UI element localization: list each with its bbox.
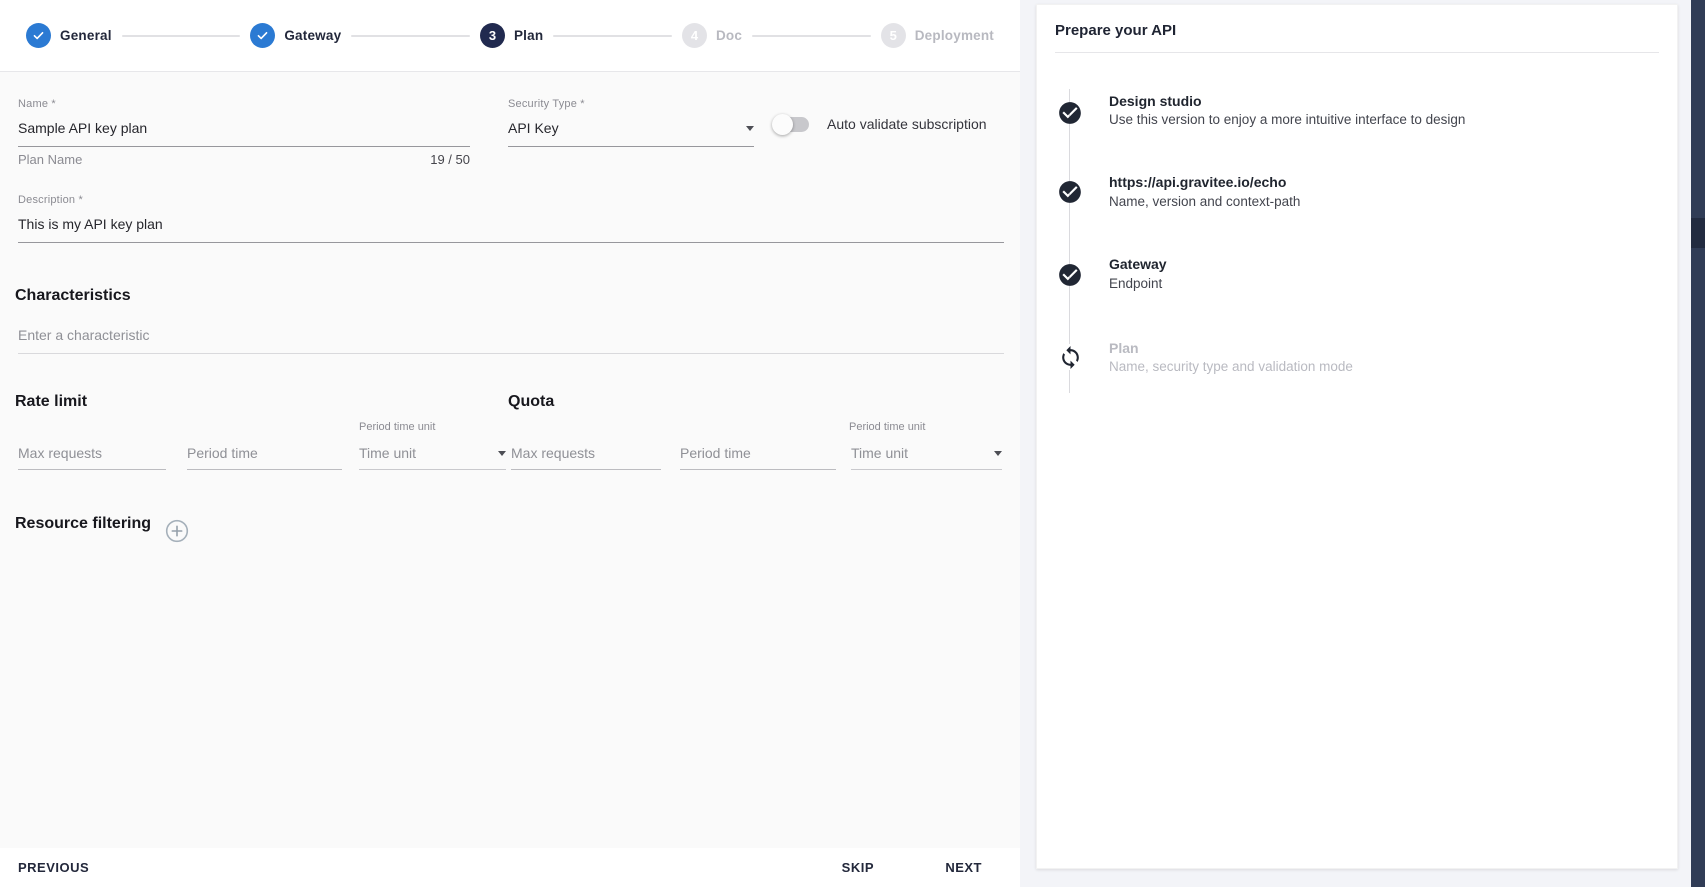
rate-limit-period-time-input[interactable]: [187, 444, 342, 462]
check-circle-icon: [1057, 100, 1083, 126]
rate-limit-heading: Rate limit: [15, 393, 87, 411]
rate-limit-max-requests-underline: [18, 444, 166, 470]
name-input-underline: [18, 110, 470, 147]
previous-button[interactable]: PREVIOUS: [18, 848, 89, 887]
quota-period-time-input[interactable]: [680, 444, 836, 462]
page-scrollbar-thumb[interactable]: [1691, 218, 1705, 248]
description-field-group: Description *: [18, 194, 1004, 243]
rate-limit-period-time-underline: [187, 444, 342, 470]
step-label: General: [60, 28, 112, 43]
chevron-down-icon: [498, 451, 506, 456]
quota-time-unit-select[interactable]: Time unit: [851, 444, 1002, 470]
step-connector: [752, 35, 871, 37]
prepare-api-card: Prepare your API Design studio Use this …: [1036, 4, 1678, 869]
step-label: Deployment: [915, 28, 994, 43]
security-type-value: API Key: [508, 119, 559, 137]
prepare-api-title: Prepare your API: [1055, 22, 1176, 39]
stepper-step-doc[interactable]: 4 Doc: [682, 23, 742, 48]
quota-max-requests-underline: [511, 444, 661, 470]
step-completed-check-icon: [250, 23, 275, 48]
security-type-field-group: Security Type * API Key: [508, 98, 754, 147]
step-connector: [351, 35, 470, 37]
plus-circle-icon: [165, 519, 189, 543]
step-label: Doc: [716, 28, 742, 43]
check-circle-icon: [1057, 179, 1083, 205]
name-field-label: Name *: [18, 98, 470, 110]
page-scrollbar-track[interactable]: [1691, 0, 1705, 887]
quota-period-time-underline: [680, 444, 836, 470]
plan-name-field-group: Name * Plan Name 19 / 50: [18, 98, 470, 167]
wizard-stepper: General Gateway 3 Plan 4 Doc 5: [0, 0, 1020, 72]
description-input-underline: [18, 206, 1004, 243]
add-resource-filter-button[interactable]: [165, 519, 189, 543]
stepper-step-plan-active[interactable]: 3 Plan: [480, 23, 543, 48]
plan-step-panel: General Gateway 3 Plan 4 Doc 5: [0, 0, 1020, 887]
step-number-badge: 4: [682, 23, 707, 48]
checklist-item-title: Plan: [1109, 339, 1139, 357]
quota-heading: Quota: [508, 393, 554, 411]
checklist-item-description: Endpoint: [1109, 275, 1162, 293]
chevron-down-icon: [746, 126, 754, 131]
checklist-item-description: Use this version to enjoy a more intuiti…: [1109, 111, 1465, 129]
resource-filtering-heading: Resource filtering: [15, 515, 151, 533]
characteristic-input[interactable]: [18, 326, 1004, 344]
description-input[interactable]: [18, 215, 1004, 233]
characteristics-heading: Characteristics: [15, 287, 131, 305]
auto-validate-toggle[interactable]: Auto validate subscription: [774, 116, 987, 132]
name-hint-row: Plan Name 19 / 50: [18, 152, 470, 167]
checklist-item-description: Name, version and context-path: [1109, 193, 1300, 211]
stepper-step-gateway[interactable]: Gateway: [250, 23, 341, 48]
step-label: Gateway: [284, 28, 341, 43]
stepper-step-general[interactable]: General: [26, 23, 112, 48]
security-type-select[interactable]: API Key: [508, 110, 754, 147]
next-button[interactable]: NEXT: [945, 848, 982, 887]
toggle-knob: [772, 114, 793, 135]
auto-validate-label: Auto validate subscription: [827, 116, 987, 132]
card-divider: [1055, 52, 1659, 53]
rate-limit-max-requests-input[interactable]: [18, 444, 166, 462]
step-connector: [553, 35, 672, 37]
quota-time-unit-value: Time unit: [851, 444, 908, 462]
check-circle-icon: [1057, 262, 1083, 288]
checklist-item-title: Design studio: [1109, 92, 1202, 110]
rate-limit-time-unit-select[interactable]: Time unit: [359, 444, 506, 470]
security-type-label: Security Type *: [508, 98, 754, 110]
skip-button[interactable]: SKIP: [842, 848, 874, 887]
step-label: Plan: [514, 28, 543, 43]
chevron-down-icon: [994, 451, 1002, 456]
quota-period-unit-label: Period time unit: [849, 421, 925, 433]
checklist-item-description: Name, security type and validation mode: [1109, 358, 1353, 376]
step-connector: [122, 35, 241, 37]
step-number-badge: 3: [480, 23, 505, 48]
checklist-item-title: Gateway: [1109, 255, 1167, 273]
toggle-track: [774, 117, 809, 132]
description-label: Description *: [18, 194, 1004, 206]
rate-limit-time-unit-value: Time unit: [359, 444, 416, 462]
step-completed-check-icon: [26, 23, 51, 48]
wizard-footer-bar: PREVIOUS SKIP NEXT: [0, 848, 1020, 887]
name-char-counter: 19 / 50: [430, 152, 470, 167]
sync-in-progress-icon: [1057, 344, 1083, 370]
step-number-badge: 5: [881, 23, 906, 48]
api-creation-wizard-screen: General Gateway 3 Plan 4 Doc 5: [0, 0, 1705, 887]
rate-limit-period-unit-label: Period time unit: [359, 421, 435, 433]
checklist-item-title: https://api.gravitee.io/echo: [1109, 173, 1286, 191]
prepare-api-sidebar: Prepare your API Design studio Use this …: [1020, 0, 1705, 887]
characteristic-input-group: [18, 326, 1004, 354]
quota-max-requests-input[interactable]: [511, 444, 661, 462]
name-hint: Plan Name: [18, 152, 82, 167]
stepper-step-deployment[interactable]: 5 Deployment: [881, 23, 994, 48]
name-input[interactable]: [18, 119, 470, 137]
